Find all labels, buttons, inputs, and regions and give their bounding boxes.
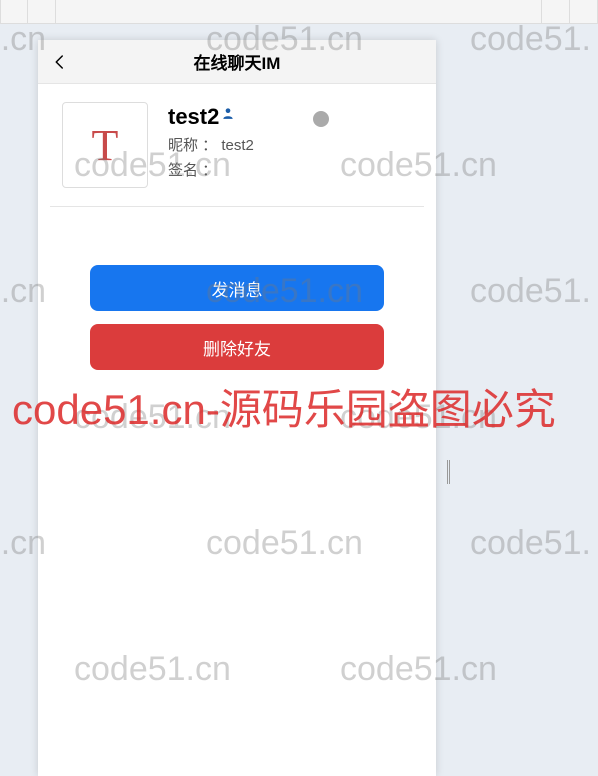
top-bar-address	[56, 0, 542, 23]
browser-top-bar	[0, 0, 598, 24]
nickname-line: 昵称 ： test2	[168, 134, 412, 155]
signature-label: 签名 ：	[168, 162, 217, 179]
nickname-value: test2	[221, 137, 254, 154]
username: test2	[168, 104, 219, 130]
scroll-handle	[447, 460, 450, 484]
top-bar-cell	[570, 0, 598, 23]
profile-card: T test2 昵称 ： test2 签名 ：	[50, 84, 424, 207]
app-header: 在线聊天IM	[38, 40, 436, 84]
watermark-text: code51.	[470, 524, 591, 563]
actions: 发消息 删除好友	[38, 207, 436, 370]
page-title: 在线聊天IM	[38, 49, 436, 74]
top-bar-cell	[542, 0, 570, 23]
top-bar-cell	[0, 0, 28, 23]
app-screen: 在线聊天IM T test2 昵称 ： test2 签名 ： 发消息 删除好友	[38, 40, 436, 776]
nickname-label: 昵称 ：	[168, 137, 217, 154]
watermark-text: code51.	[470, 272, 591, 311]
status-indicator	[313, 111, 329, 127]
top-bar-cell	[28, 0, 56, 23]
send-message-button[interactable]: 发消息	[90, 265, 384, 311]
delete-friend-button[interactable]: 删除好友	[90, 324, 384, 370]
profile-info: test2 昵称 ： test2 签名 ：	[168, 102, 412, 180]
chevron-left-icon	[51, 53, 69, 71]
avatar[interactable]: T	[62, 102, 148, 188]
avatar-letter: T	[92, 120, 119, 171]
watermark-text: code51.	[470, 20, 591, 59]
back-button[interactable]	[38, 40, 82, 84]
user-badge-icon	[221, 106, 235, 120]
username-row: test2	[168, 104, 412, 130]
signature-line: 签名 ：	[168, 159, 412, 180]
